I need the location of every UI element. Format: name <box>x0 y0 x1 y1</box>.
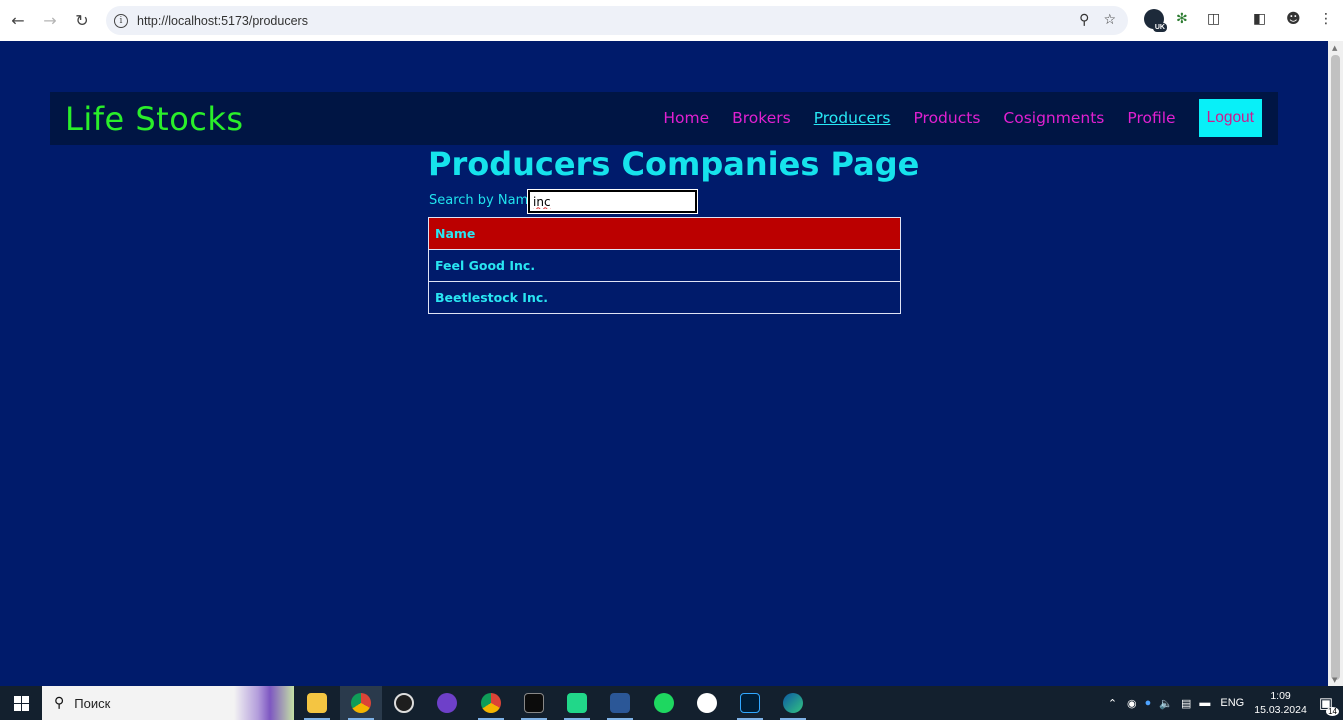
nav-link-profile[interactable]: Profile <box>1127 109 1175 127</box>
terminal-icon[interactable] <box>513 686 555 720</box>
search-input[interactable] <box>527 189 698 214</box>
discord-icon[interactable]: ◉ <box>1127 697 1137 710</box>
pycharm-icon[interactable] <box>556 686 598 720</box>
word-icon[interactable] <box>599 686 641 720</box>
clock-time: 1:09 <box>1270 690 1291 702</box>
taskbar-search-placeholder: Поиск <box>74 695 111 711</box>
profile-icon[interactable]: ☻ <box>1286 11 1301 27</box>
nav-link-producers[interactable]: Producers <box>814 109 891 127</box>
logout-button[interactable]: Logout <box>1198 99 1262 137</box>
site-info-icon[interactable]: i <box>114 13 128 28</box>
nav-link-products[interactable]: Products <box>913 109 980 127</box>
address-bar[interactable]: i http://localhost:5173/producers ⚲ ☆ <box>106 6 1128 35</box>
volume-icon[interactable]: 🔈 <box>1159 697 1173 710</box>
extension-icon[interactable]: UK <box>1144 9 1167 32</box>
bookmark-star-icon[interactable]: ☆ <box>1103 12 1116 28</box>
taskbar-search[interactable]: ⚲ Поиск <box>42 686 294 720</box>
network-icon[interactable]: ▤ <box>1181 697 1191 710</box>
page-viewport: Life Stocks Home Brokers Producers Produ… <box>0 41 1328 686</box>
search-label: Search by Name: <box>429 193 541 208</box>
windows-logo-icon <box>13 695 29 711</box>
url-text[interactable]: http://localhost:5173/producers <box>137 14 308 28</box>
start-button[interactable] <box>0 686 42 720</box>
battery-icon[interactable]: ▬ <box>1199 697 1210 709</box>
windows-taskbar: ⚲ Поиск ⌃ ◉ ● 🔈 ▤ ▬ ENG 1:09 15.03.2024 … <box>0 686 1343 720</box>
scroll-up-icon[interactable]: ▲ <box>1332 44 1337 52</box>
chrome-icon[interactable] <box>340 686 382 720</box>
clock[interactable]: 1:09 15.03.2024 <box>1254 689 1307 717</box>
obs-icon[interactable] <box>383 686 425 720</box>
photoshop-icon[interactable] <box>729 686 771 720</box>
scrollbar-thumb[interactable] <box>1331 55 1340 680</box>
table-cell-name[interactable]: Feel Good Inc. <box>428 249 901 282</box>
back-icon[interactable]: ← <box>2 5 34 37</box>
nav-link-cosignments[interactable]: Cosignments <box>1003 109 1104 127</box>
search-icon: ⚲ <box>54 695 65 711</box>
spotify-icon[interactable] <box>643 686 685 720</box>
puzzle-color-icon[interactable]: ✻ <box>1176 11 1188 27</box>
language-indicator[interactable]: ENG <box>1220 697 1244 709</box>
search-highlight-image <box>234 686 294 720</box>
ghost-app-icon[interactable] <box>686 686 728 720</box>
tray-overflow-icon[interactable]: ⌃ <box>1108 697 1117 710</box>
notification-count: 14 <box>1326 707 1339 716</box>
zoom-icon[interactable]: ⚲ <box>1079 12 1089 28</box>
github-desktop-icon[interactable] <box>426 686 468 720</box>
notifications-icon[interactable]: ▣ 14 <box>1319 694 1339 716</box>
reload-icon[interactable]: ↻ <box>66 5 98 37</box>
table-header-row: Name <box>428 217 901 250</box>
nav-link-brokers[interactable]: Brokers <box>732 109 791 127</box>
table-row[interactable]: Beetlestock Inc. <box>428 281 901 314</box>
table-row[interactable]: Feel Good Inc. <box>428 249 901 282</box>
system-tray: ⌃ ◉ ● 🔈 ▤ ▬ ENG 1:09 15.03.2024 ▣ 14 <box>1108 686 1343 720</box>
tray-app-icon[interactable]: ● <box>1145 697 1152 709</box>
nav-link-home[interactable]: Home <box>663 109 709 127</box>
menu-kebab-icon[interactable]: ⋮ <box>1319 11 1333 27</box>
file-explorer-icon[interactable] <box>296 686 338 720</box>
brand-logo[interactable]: Life Stocks <box>65 100 244 138</box>
chrome-profile-icon[interactable] <box>470 686 512 720</box>
page-scrollbar[interactable]: ▲ ▼ <box>1328 41 1343 686</box>
clock-date: 15.03.2024 <box>1254 704 1307 716</box>
column-header-name[interactable]: Name <box>428 217 901 250</box>
side-panel-icon[interactable]: ◧ <box>1253 11 1266 27</box>
scroll-down-icon[interactable]: ▼ <box>1332 676 1337 684</box>
edge-icon[interactable] <box>772 686 814 720</box>
extension-badge: UK <box>1152 23 1167 32</box>
producers-table: Name Feel Good Inc. Beetlestock Inc. <box>428 217 901 314</box>
top-navbar: Life Stocks Home Brokers Producers Produ… <box>50 92 1278 145</box>
browser-toolbar: ← → ↻ i http://localhost:5173/producers … <box>0 0 1343 41</box>
table-cell-name[interactable]: Beetlestock Inc. <box>428 281 901 314</box>
extensions-icon[interactable]: ◫ <box>1207 11 1220 27</box>
nav-menu: Home Brokers Producers Products Cosignme… <box>663 99 1262 137</box>
page-title: Producers Companies Page <box>428 145 920 183</box>
forward-icon[interactable]: → <box>34 5 66 37</box>
